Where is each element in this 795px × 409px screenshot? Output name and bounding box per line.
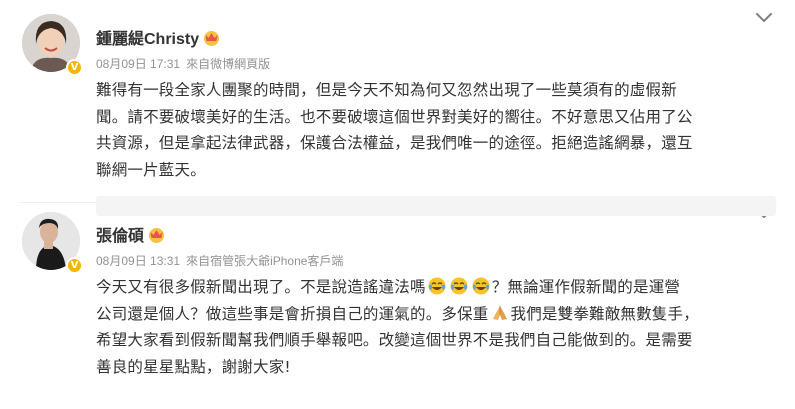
pray-emoji-icon [492, 305, 507, 320]
verified-badge-icon: V [66, 257, 83, 274]
author-name[interactable]: 鍾麗緹Christy [96, 25, 221, 49]
post-text-line: 希望大家看到假新聞幫我們順手舉報吧。改變這個世界不是我們自己能做到的。是需要 [96, 331, 693, 349]
laugh-cry-emoji-icon [428, 277, 446, 295]
verified-badge-icon: V [66, 59, 83, 76]
post-date[interactable]: 08月09日 13:31 [96, 254, 180, 268]
post-source: 來自宿管張大爺iPhone客戶端 [186, 254, 344, 268]
post-text-segment: 我們是雙拳難敵無數隻手， [510, 304, 699, 323]
post-source: 來自微博網頁版 [186, 57, 271, 71]
laugh-cry-emoji-icon [472, 277, 490, 295]
post-text-line: 難得有一段全家人團聚的時間，但是今天不知為何又忽然出現了一些莫須有的虛假新 [96, 81, 677, 99]
post-text-segment: 公司還是個人？做這些事是會折損自己的運氣的。多保重 [96, 304, 489, 323]
post-text-segment: ？無論運作假新聞的是運營 [491, 278, 681, 296]
post-text-line: 今天又有很多假新聞出現了。不是說造謠違法嗎 ？無論運作假新聞的是運營 [96, 274, 778, 301]
post-text: 今天又有很多假新聞出現了。不是說造謠違法嗎 ？無論運作假新聞的是運營 公司還是個人… [96, 274, 778, 380]
crown-icon [204, 30, 220, 46]
crown-icon [149, 227, 165, 243]
repost-box[interactable] [96, 196, 776, 216]
post-meta: 08月09日 13:31 來自宿管張大爺iPhone客戶端 [96, 252, 343, 269]
chevron-down-icon[interactable] [755, 12, 773, 24]
post-text-line: 公司還是個人？做這些事是會折損自己的運氣的。多保重 我們是雙拳難敵無數隻手， [96, 301, 778, 328]
author-name[interactable]: 張倫碩 [96, 222, 166, 246]
post-text-line: 聯網一片藍天。 [96, 160, 206, 179]
post-text: 難得有一段全家人團聚的時間，但是今天不知為何又忽然出現了一些莫須有的虛假新 聞。… [96, 77, 778, 183]
post-card: V 鍾麗緹Christy 08月09日 17:31 來自微博網頁版 難得有一段全家… [0, 0, 795, 203]
author-name-text[interactable]: 張倫碩 [96, 228, 144, 245]
laugh-cry-emoji-icon [450, 277, 468, 295]
post-text-line: 善良的星星點點，謝謝大家! [96, 357, 291, 376]
post-text-line: 共資源，但是拿起法律武器，保護合法權益，是我們唯一的途徑。拒絕造謠網暴，還互 [96, 134, 693, 152]
post-meta: 08月09日 17:31 來自微博網頁版 [96, 55, 270, 72]
post-text-segment: 今天又有很多假新聞出現了。不是說造謠違法嗎 [96, 278, 426, 296]
post-text-line: 聞。請不要破壞美好的生活。也不要破壞這個世界對美好的嚮往。不好意思又佔用了公 [96, 107, 693, 126]
post-card: V 張倫碩 08月09日 13:31 來自宿管張大爺iPhone客戶端 今天又有很… [0, 203, 795, 409]
post-date[interactable]: 08月09日 17:31 [96, 57, 180, 71]
author-name-text[interactable]: 鍾麗緹Christy [96, 31, 199, 48]
